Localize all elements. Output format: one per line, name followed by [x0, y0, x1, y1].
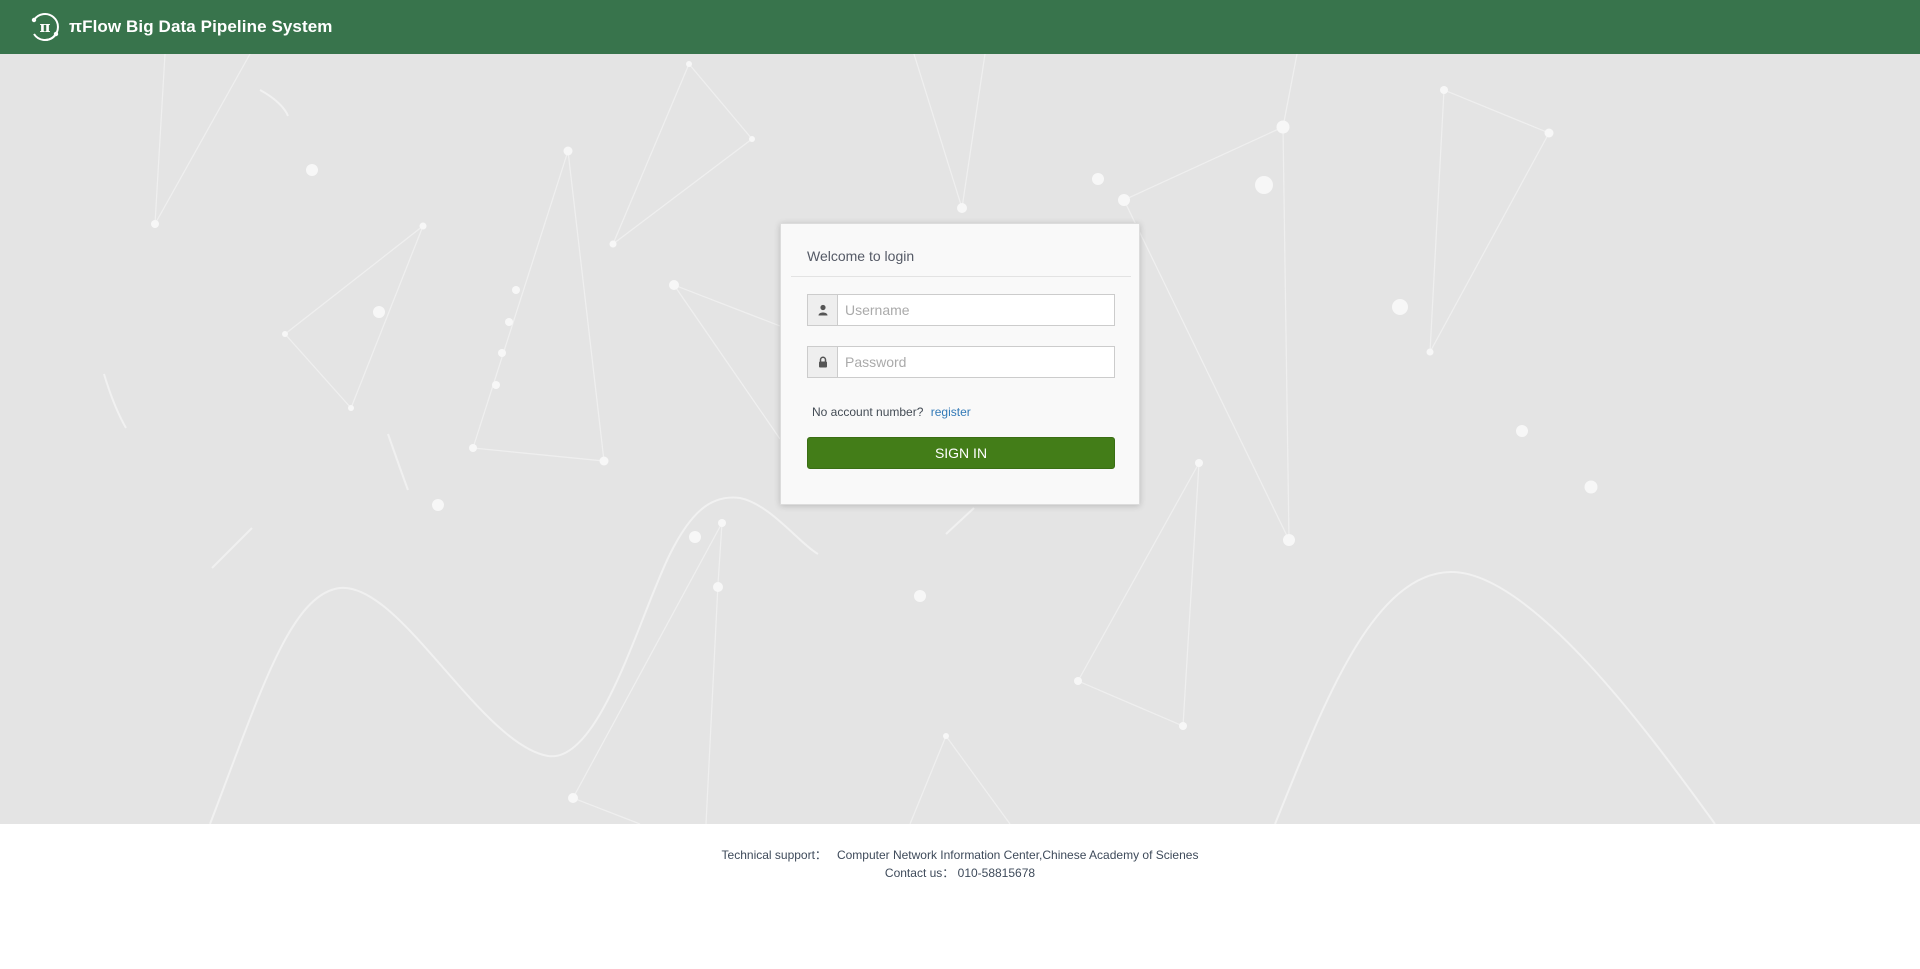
pi-flow-logo-icon: π	[28, 10, 62, 44]
contact-value: 010-58815678	[957, 866, 1036, 880]
contact-line: Contact us： 010-58815678	[0, 864, 1920, 882]
lock-icon	[808, 347, 838, 377]
login-card: Welcome to login No account number?	[780, 223, 1140, 505]
user-icon	[808, 295, 838, 325]
login-title: Welcome to login	[807, 248, 915, 264]
password-input-group	[807, 346, 1115, 378]
technical-support-line: Technical support： Computer Network Infor…	[0, 846, 1920, 864]
register-prompt: No account number? register	[812, 405, 971, 419]
svg-text:π: π	[40, 18, 51, 36]
password-input[interactable]	[838, 347, 1114, 377]
login-background: Welcome to login No account number?	[0, 54, 1920, 824]
username-input[interactable]	[838, 295, 1114, 325]
support-label: Technical support：	[721, 848, 827, 862]
card-divider	[791, 276, 1131, 277]
top-header: π πFlow Big Data Pipeline System	[0, 0, 1920, 54]
sign-in-button[interactable]: SIGN IN	[807, 437, 1115, 469]
no-account-text: No account number?	[812, 405, 924, 419]
app-title: πFlow Big Data Pipeline System	[69, 17, 333, 36]
username-input-group	[807, 294, 1115, 326]
footer: Technical support： Computer Network Infor…	[0, 824, 1920, 969]
register-link[interactable]: register	[931, 405, 971, 419]
support-value: Computer Network Information Center,Chin…	[836, 848, 1199, 862]
contact-label: Contact us：	[884, 866, 955, 880]
